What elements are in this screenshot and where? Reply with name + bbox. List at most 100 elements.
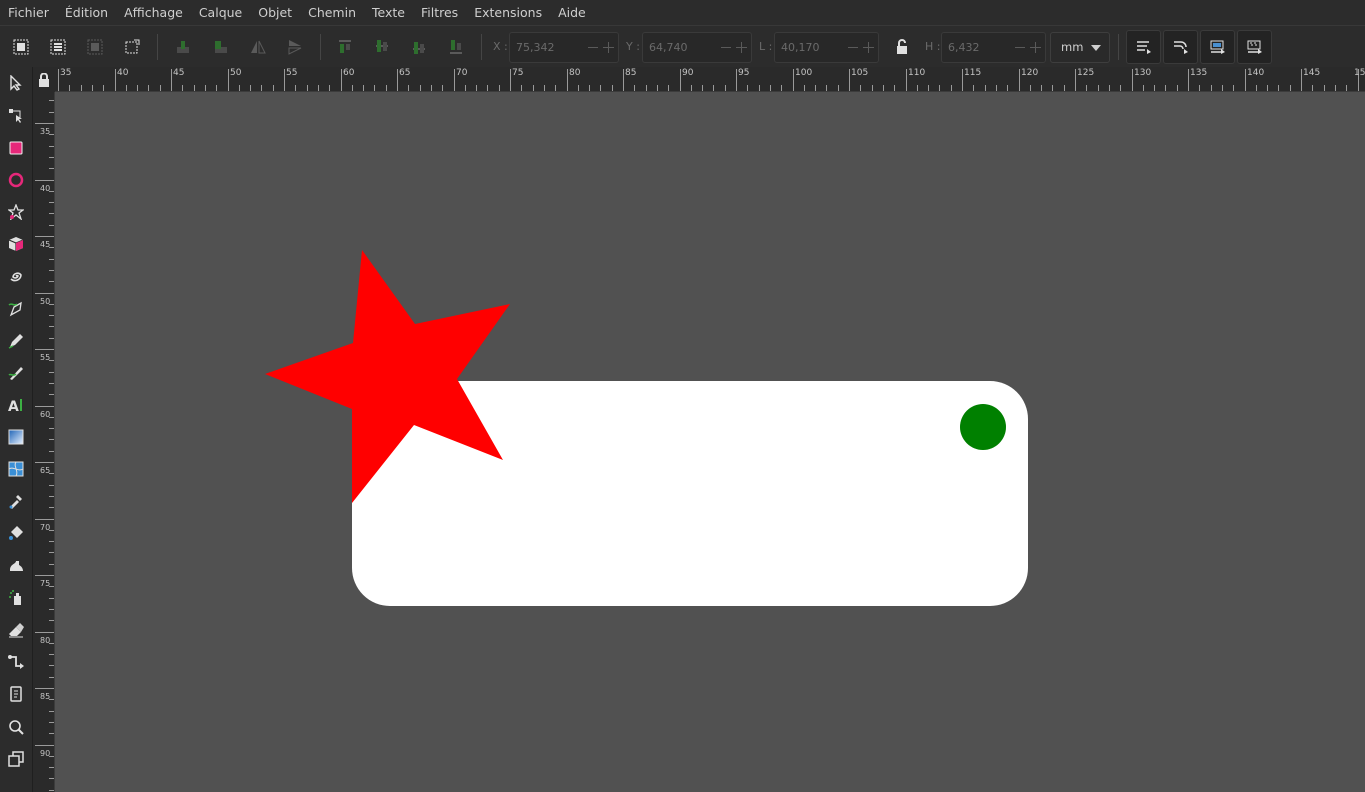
menu-calque[interactable]: Calque xyxy=(191,5,250,20)
ruler-label: 60 xyxy=(343,68,355,78)
ruler-label: 90 xyxy=(40,749,51,758)
scale-radii-icon xyxy=(1173,41,1188,54)
menu-chemin[interactable]: Chemin xyxy=(300,5,364,20)
ruler-label: 70 xyxy=(456,68,468,78)
ruler-label: 50 xyxy=(40,297,51,306)
eraser-icon[interactable] xyxy=(4,618,28,642)
horizontal-ruler[interactable]: 35 40 45 50 55 60 65 70 75 80 85 90 95 1… xyxy=(55,67,1365,92)
gradient-icon[interactable] xyxy=(4,425,28,449)
ruler-lock[interactable] xyxy=(33,67,55,92)
ruler-label: 45 xyxy=(40,240,51,249)
y-label: Y : xyxy=(626,40,640,53)
selector-icon[interactable] xyxy=(4,71,28,95)
width-field[interactable] xyxy=(774,32,879,63)
ellipse-icon[interactable] xyxy=(4,168,28,192)
ruler-label: 110 xyxy=(908,68,926,78)
ruler-label: 85 xyxy=(40,692,51,701)
y-field[interactable] xyxy=(642,32,752,63)
height-input[interactable] xyxy=(942,33,1012,62)
lower-to-bottom-icon[interactable] xyxy=(443,34,469,60)
raise-to-top-icon[interactable] xyxy=(332,34,358,60)
pencil-icon[interactable] xyxy=(4,329,28,353)
menu-aide[interactable]: Aide xyxy=(550,5,594,20)
ruler-label: 55 xyxy=(40,353,51,362)
height-field[interactable] xyxy=(941,32,1046,63)
height-label: H : xyxy=(925,40,941,53)
select-all-icon[interactable] xyxy=(8,34,34,60)
rotate-ccw-icon[interactable] xyxy=(170,34,196,60)
raise-icon[interactable] xyxy=(369,34,395,60)
y-input[interactable] xyxy=(643,33,713,62)
ruler-label: 15 xyxy=(1354,68,1365,78)
text-icon[interactable]: A xyxy=(4,393,28,417)
flip-horizontal-icon[interactable] xyxy=(245,34,271,60)
vertical-ruler[interactable]: 35 40 45 50 55 60 65 70 75 80 85 90 xyxy=(33,92,55,792)
move-patterns-button[interactable] xyxy=(1237,30,1272,64)
connector-icon[interactable] xyxy=(4,650,28,674)
toolbar-separator xyxy=(157,34,158,60)
spiral-icon[interactable] xyxy=(4,264,28,288)
lower-icon[interactable] xyxy=(406,34,432,60)
menu-fichier[interactable]: Fichier xyxy=(0,5,57,20)
star-icon[interactable] xyxy=(4,200,28,224)
ruler-label: 80 xyxy=(40,636,51,645)
mesh-icon[interactable] xyxy=(4,457,28,481)
ruler-label: 50 xyxy=(230,68,242,78)
ruler-label: 40 xyxy=(117,68,129,78)
drawing-canvas[interactable] xyxy=(55,92,1365,792)
toolbar-separator xyxy=(1118,34,1119,60)
rotate-cw-icon[interactable] xyxy=(208,34,234,60)
spray-icon[interactable] xyxy=(4,586,28,610)
menu-edition[interactable]: Édition xyxy=(57,5,116,20)
menu-objet[interactable]: Objet xyxy=(250,5,300,20)
menu-affichage[interactable]: Affichage xyxy=(116,5,191,20)
tweak-icon[interactable] xyxy=(4,554,28,578)
toolbox: A xyxy=(0,67,33,792)
toolbar-separator xyxy=(481,34,482,60)
select-same-icon[interactable] xyxy=(82,34,108,60)
ruler-label: 125 xyxy=(1077,68,1095,78)
rectangle-icon[interactable] xyxy=(4,136,28,160)
x-field[interactable] xyxy=(509,32,619,63)
ruler-label: 85 xyxy=(625,68,637,78)
box3d-icon[interactable] xyxy=(4,232,28,256)
ruler-label: 140 xyxy=(1247,68,1265,78)
ruler-label: 105 xyxy=(851,68,869,78)
flip-vertical-icon[interactable] xyxy=(282,34,308,60)
unit-select[interactable]: mm xyxy=(1050,32,1110,63)
width-input[interactable] xyxy=(775,33,845,62)
menu-filtres[interactable]: Filtres xyxy=(413,5,466,20)
x-input[interactable] xyxy=(510,33,580,62)
ruler-label: 75 xyxy=(40,579,51,588)
ruler-label: 80 xyxy=(569,68,581,78)
menu-texte[interactable]: Texte xyxy=(364,5,413,20)
svg-text:A: A xyxy=(8,399,19,413)
ruler-label: 45 xyxy=(173,68,185,78)
pages-icon[interactable] xyxy=(4,682,28,706)
clone-icon[interactable] xyxy=(4,747,28,771)
ruler-label: 55 xyxy=(286,68,298,78)
ruler-label: 70 xyxy=(40,523,51,532)
paint-bucket-icon[interactable] xyxy=(4,521,28,545)
deselect-icon[interactable] xyxy=(119,34,145,60)
lock-icon xyxy=(39,72,49,87)
ruler-label: 65 xyxy=(40,466,51,475)
ruler-label: 60 xyxy=(40,410,51,419)
move-gradients-button[interactable] xyxy=(1200,30,1235,64)
scale-radii-button[interactable] xyxy=(1163,30,1198,64)
ruler-label: 120 xyxy=(1021,68,1039,78)
dropper-icon[interactable] xyxy=(4,489,28,513)
ruler-label: 135 xyxy=(1190,68,1208,78)
x-label: X : xyxy=(493,40,508,53)
pen-icon[interactable] xyxy=(4,297,28,321)
zoom-icon[interactable] xyxy=(4,715,28,739)
lock-ratio-icon[interactable] xyxy=(889,34,915,60)
menu-extensions[interactable]: Extensions xyxy=(466,5,550,20)
node-icon[interactable] xyxy=(4,103,28,127)
green-circle[interactable] xyxy=(960,404,1006,450)
calligraphy-icon[interactable] xyxy=(4,361,28,385)
select-all-layers-icon[interactable] xyxy=(45,34,71,60)
ruler-label: 90 xyxy=(682,68,694,78)
toolbar-separator xyxy=(320,34,321,60)
scale-stroke-button[interactable] xyxy=(1126,30,1161,64)
